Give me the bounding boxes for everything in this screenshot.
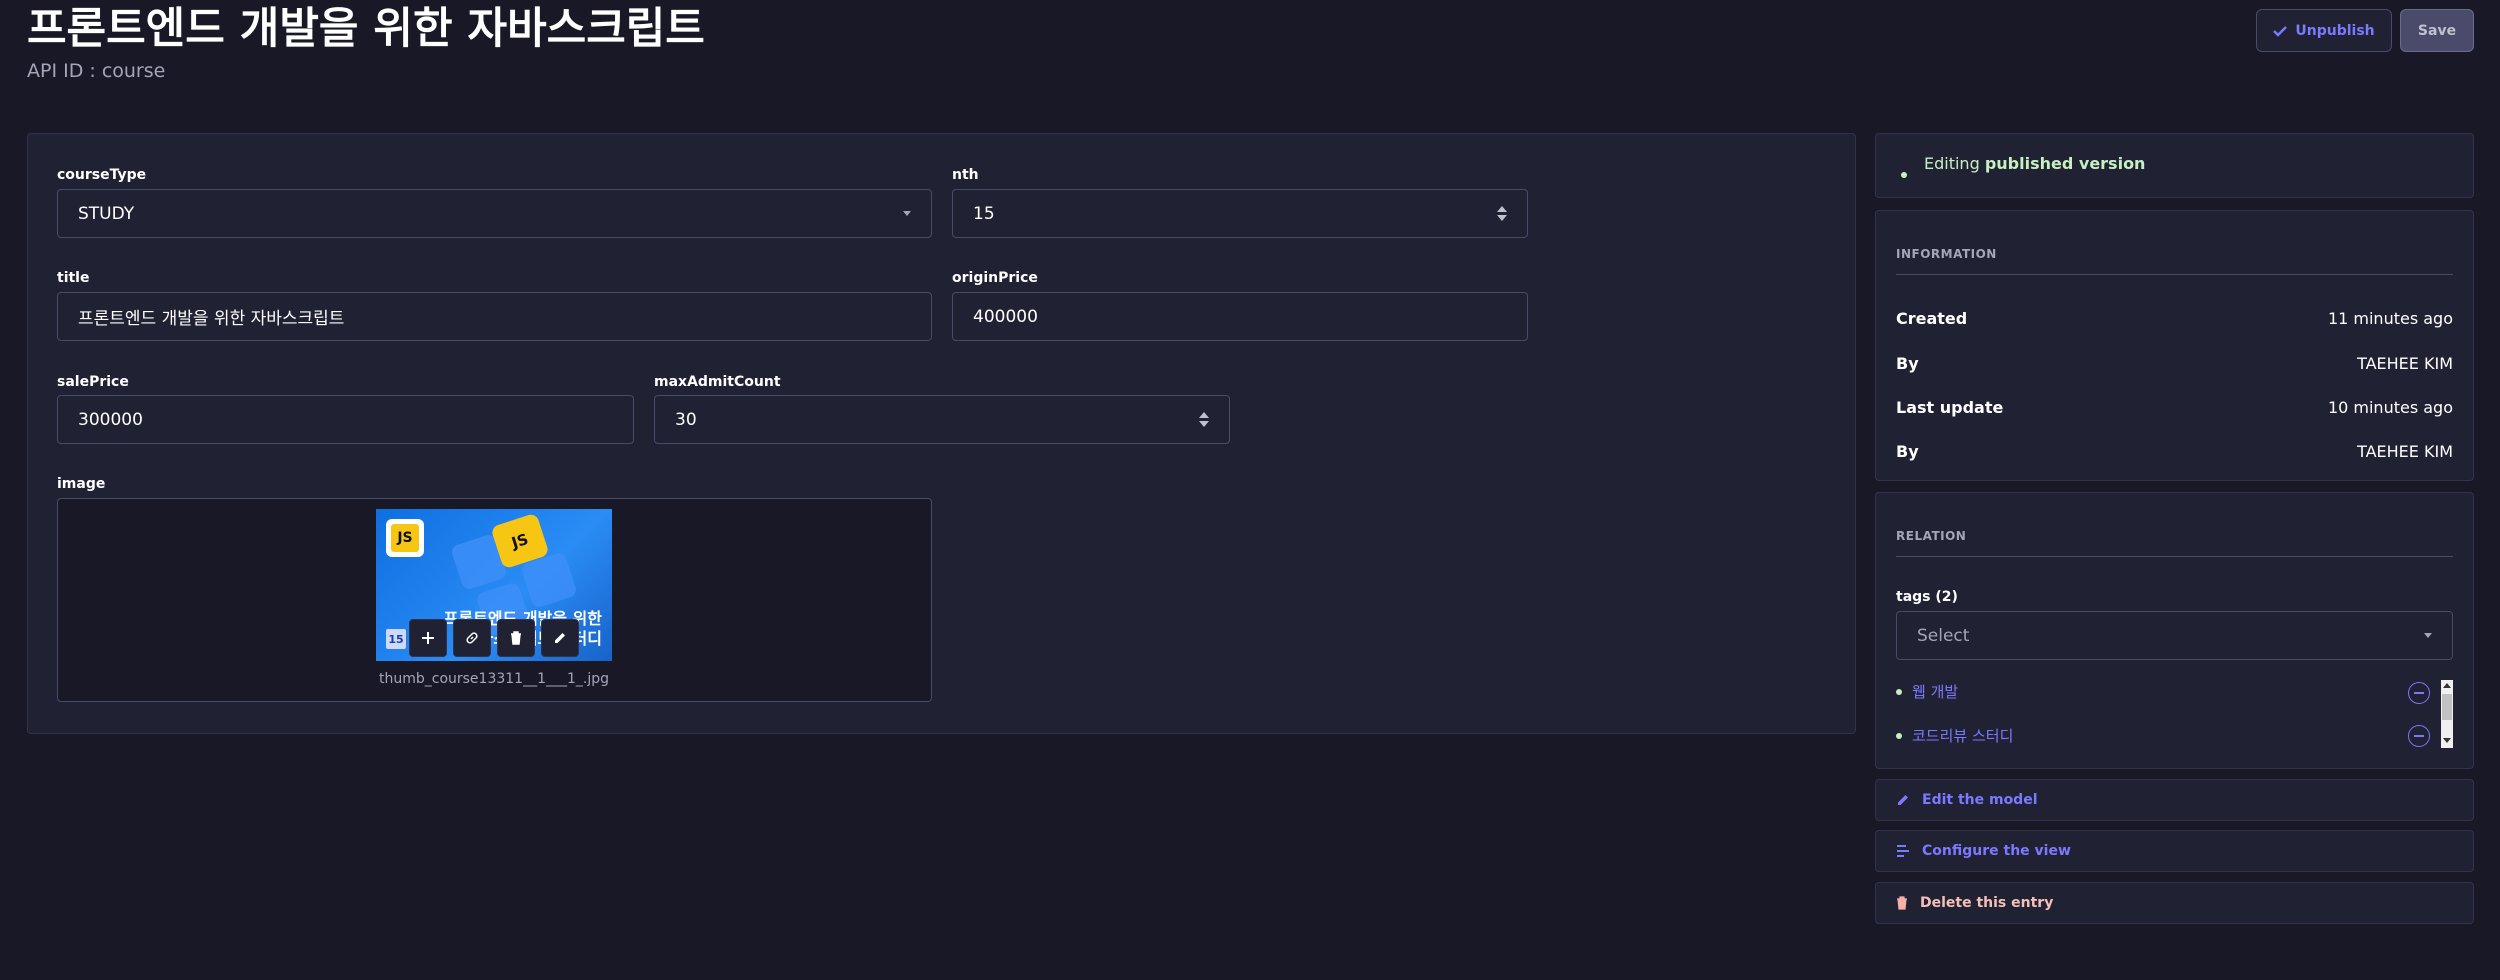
maxadmitcount-value: 30	[675, 409, 697, 430]
tags-select[interactable]: Select	[1896, 611, 2453, 660]
edit-model-button[interactable]: Edit the model	[1875, 779, 2474, 821]
info-value: TAEHEE KIM	[2357, 442, 2453, 461]
configure-view-button[interactable]: Configure the view	[1875, 830, 2474, 872]
relation-title: RELATION	[1896, 529, 1967, 543]
page-title: 프론트엔드 개발을 위한 자바스크립트	[27, 4, 705, 54]
info-key: Last update	[1896, 398, 2004, 417]
tag-item[interactable]: 웹 개발	[1896, 681, 1958, 702]
plus-icon	[422, 632, 434, 644]
info-value: 11 minutes ago	[2327, 309, 2453, 328]
status-prefix: Editing	[1924, 154, 1980, 173]
tag-label: 코드리뷰 스터디	[1912, 727, 2014, 745]
info-value: TAEHEE KIM	[2357, 354, 2453, 373]
tags-scrollbar[interactable]	[2441, 680, 2453, 748]
unpublish-label: Unpublish	[2295, 22, 2375, 39]
divider	[1896, 556, 2453, 557]
info-key: By	[1896, 442, 1919, 461]
configure-view-label: Configure the view	[1922, 843, 2071, 859]
coursetype-label: courseType	[57, 167, 147, 183]
copy-link-button[interactable]	[453, 619, 491, 657]
delete-image-button[interactable]	[497, 619, 535, 657]
tag-label: 웹 개발	[1912, 683, 1959, 701]
caret-down-icon	[2424, 633, 2432, 638]
info-value: 10 minutes ago	[2327, 398, 2453, 417]
js-logo: JS	[391, 524, 419, 552]
delete-entry-button[interactable]: Delete this entry	[1875, 882, 2474, 924]
info-row-updated-by: By TAEHEE KIM	[1896, 442, 2453, 461]
info-row-created: Created 11 minutes ago	[1896, 309, 2453, 328]
divider	[1896, 274, 2453, 275]
pencil-icon	[1898, 795, 1908, 805]
remove-tag-button[interactable]	[2408, 725, 2430, 747]
save-button[interactable]: Save	[2400, 9, 2474, 52]
tags-label: tags (2)	[1896, 589, 1958, 605]
coursetype-value: STUDY	[78, 203, 135, 224]
caret-down-icon	[903, 211, 911, 216]
number-stepper[interactable]	[1497, 206, 1507, 221]
pencil-icon	[555, 633, 565, 643]
add-image-button[interactable]	[409, 619, 447, 657]
info-row-last-update: Last update 10 minutes ago	[1896, 398, 2453, 417]
nth-value: 15	[973, 203, 995, 224]
saleprice-label: salePrice	[57, 374, 129, 390]
image-filename: thumb_course13311__1___1_.jpg	[378, 671, 610, 687]
coursetype-select[interactable]: STUDY	[57, 189, 932, 238]
maxadmitcount-label: maxAdmitCount	[654, 374, 781, 390]
check-icon	[2273, 25, 2288, 37]
tags-select-placeholder: Select	[1917, 625, 1970, 646]
nth-label: nth	[952, 167, 979, 183]
title-label: title	[57, 270, 90, 286]
api-id: API ID : course	[27, 60, 166, 82]
information-panel: INFORMATION Created 11 minutes ago By TA…	[1875, 210, 2474, 481]
info-row-created-by: By TAEHEE KIM	[1896, 354, 2453, 373]
tag-item[interactable]: 코드리뷰 스터디	[1896, 725, 2013, 746]
tag-dot	[1896, 732, 1902, 739]
edit-image-button[interactable]	[541, 619, 579, 657]
status-panel: Editing published version	[1875, 133, 2474, 198]
originprice-input[interactable]: 400000	[952, 292, 1528, 341]
unpublish-button[interactable]: Unpublish	[2256, 9, 2392, 52]
number-stepper[interactable]	[1199, 412, 1209, 427]
relation-panel: RELATION tags (2) Select 웹 개발 코드리뷰 스터디	[1875, 492, 2474, 769]
arrow-up-icon[interactable]	[1199, 412, 1209, 418]
scroll-up-icon[interactable]	[2443, 683, 2451, 688]
status-strong: published version	[1984, 154, 2146, 173]
list-settings-icon	[1897, 845, 1909, 857]
status-text: Editing published version	[1924, 154, 2145, 173]
originprice-label: originPrice	[952, 270, 1038, 286]
image-label: image	[57, 476, 106, 492]
status-dot	[1901, 163, 1907, 182]
trash-icon	[1897, 896, 1907, 910]
delete-entry-label: Delete this entry	[1920, 895, 2054, 911]
link-icon	[466, 632, 478, 644]
arrow-down-icon[interactable]	[1497, 215, 1507, 221]
title-input[interactable]: 프론트엔드 개발을 위한 자바스크립트	[57, 292, 932, 341]
maxadmitcount-input[interactable]: 30	[654, 395, 1230, 444]
info-key: Created	[1896, 309, 1968, 328]
edit-model-label: Edit the model	[1922, 792, 2038, 808]
arrow-down-icon[interactable]	[1199, 421, 1209, 427]
information-title: INFORMATION	[1896, 247, 1997, 261]
scroll-thumb[interactable]	[2442, 694, 2452, 720]
thumb-badge: 15	[386, 629, 406, 649]
saleprice-value: 300000	[78, 409, 143, 430]
thumb-logo: JS	[386, 519, 424, 557]
info-key: By	[1896, 354, 1919, 373]
scroll-down-icon[interactable]	[2443, 738, 2451, 743]
saleprice-input[interactable]: 300000	[57, 395, 634, 444]
trash-icon	[511, 631, 521, 645]
nth-input[interactable]: 15	[952, 189, 1528, 238]
remove-tag-button[interactable]	[2408, 682, 2430, 704]
arrow-up-icon[interactable]	[1497, 206, 1507, 212]
originprice-value: 400000	[973, 306, 1038, 327]
title-value: 프론트엔드 개발을 위한 자바스크립트	[78, 309, 345, 329]
tag-dot	[1896, 688, 1902, 695]
